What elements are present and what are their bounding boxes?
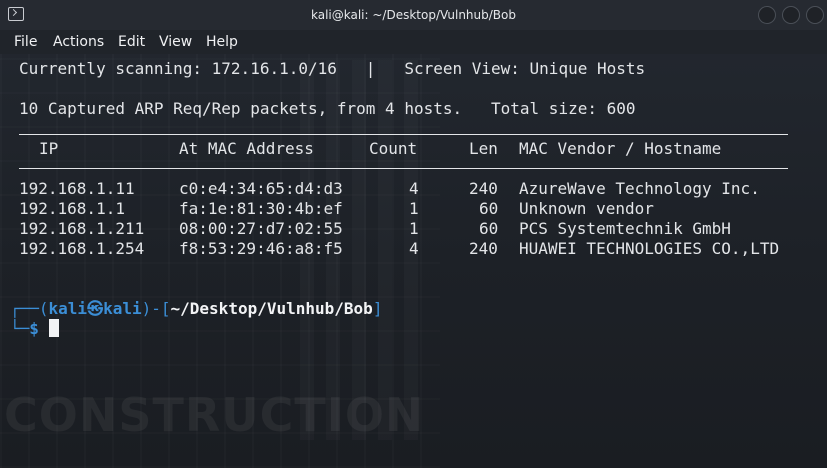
prompt-at-symbol: ㉿ [87,299,104,318]
row-ip: 192.168.1.211 [19,219,145,238]
prompt-mid: )-[ [141,299,171,318]
background-watermark: CONSTRUCTION [4,388,425,442]
header-len: Len [469,139,498,158]
window-title: kali@kali: ~/Desktop/Vulnhub/Bob [310,8,516,22]
row-mac: f8:53:29:46:a8:f5 [179,239,343,258]
row-ip: 192.168.1.11 [19,179,135,198]
table-separator-bottom [19,168,788,169]
menu-file[interactable]: File [14,30,37,54]
header-count: Count [369,139,418,158]
prompt-host: kali [103,299,142,318]
row-mac: 08:00:27:d7:02:55 [179,219,343,238]
menu-help[interactable]: Help [206,30,238,54]
title-bar[interactable]: kali@kali: ~/Desktop/Vulnhub/Bob [0,0,827,30]
row-count: 1 [409,199,419,218]
table-separator-top [19,134,788,135]
row-ip: 192.168.1.254 [19,239,145,258]
terminal-window: CONSTRUCTION kali@kali: ~/Desktop/Vulnhu… [0,0,827,468]
prompt-end: ] [372,299,383,318]
row-vendor: AzureWave Technology Inc. [519,179,760,198]
menu-bar: File Actions Edit View Help [0,30,827,54]
menu-actions[interactable]: Actions [53,30,104,54]
row-len: 60 [479,219,499,238]
row-vendor: PCS Systemtechnik GmbH [519,219,731,238]
row-mac: fa:1e:81:30:4b:ef [179,199,343,218]
menu-edit[interactable]: Edit [118,30,145,54]
header-vendor: MAC Vendor / Hostname [519,139,722,158]
row-vendor: HUAWEI TECHNOLOGIES CO.,LTD [519,239,780,258]
header-ip: IP [39,139,59,158]
row-ip: 192.168.1.1 [19,199,125,218]
header-mac: At MAC Address [179,139,314,158]
prompt-corner-bottom: └─ [10,319,30,338]
close-button[interactable] [806,6,824,24]
prompt-path: ~/Desktop/Vulnhub/Bob [170,299,373,318]
text-cursor [49,319,59,337]
row-count: 4 [409,239,419,258]
row-vendor: Unknown vendor [519,199,654,218]
prompt-symbol: $ [29,319,39,338]
menu-view[interactable]: View [159,30,192,54]
packet-summary-line: 10 Captured ARP Req/Rep packets, from 4 … [19,99,636,118]
minimize-button[interactable] [758,6,776,24]
shell-input-line[interactable]: └─$ [10,319,39,339]
row-count: 4 [409,179,419,198]
row-len: 240 [469,179,498,198]
shell-prompt-line: ┌──(kali㉿kali)-[~/Desktop/Vulnhub/Bob] [10,299,382,319]
prompt-corner-top: ┌──( [10,299,49,318]
prompt-user: kali [48,299,88,318]
row-len: 60 [479,199,499,218]
row-len: 240 [469,239,498,258]
row-mac: c0:e4:34:65:d4:d3 [179,179,343,198]
row-count: 1 [409,219,419,238]
scan-status-line: Currently scanning: 172.16.1.0/16 | Scre… [19,59,646,78]
maximize-button[interactable] [782,6,800,24]
